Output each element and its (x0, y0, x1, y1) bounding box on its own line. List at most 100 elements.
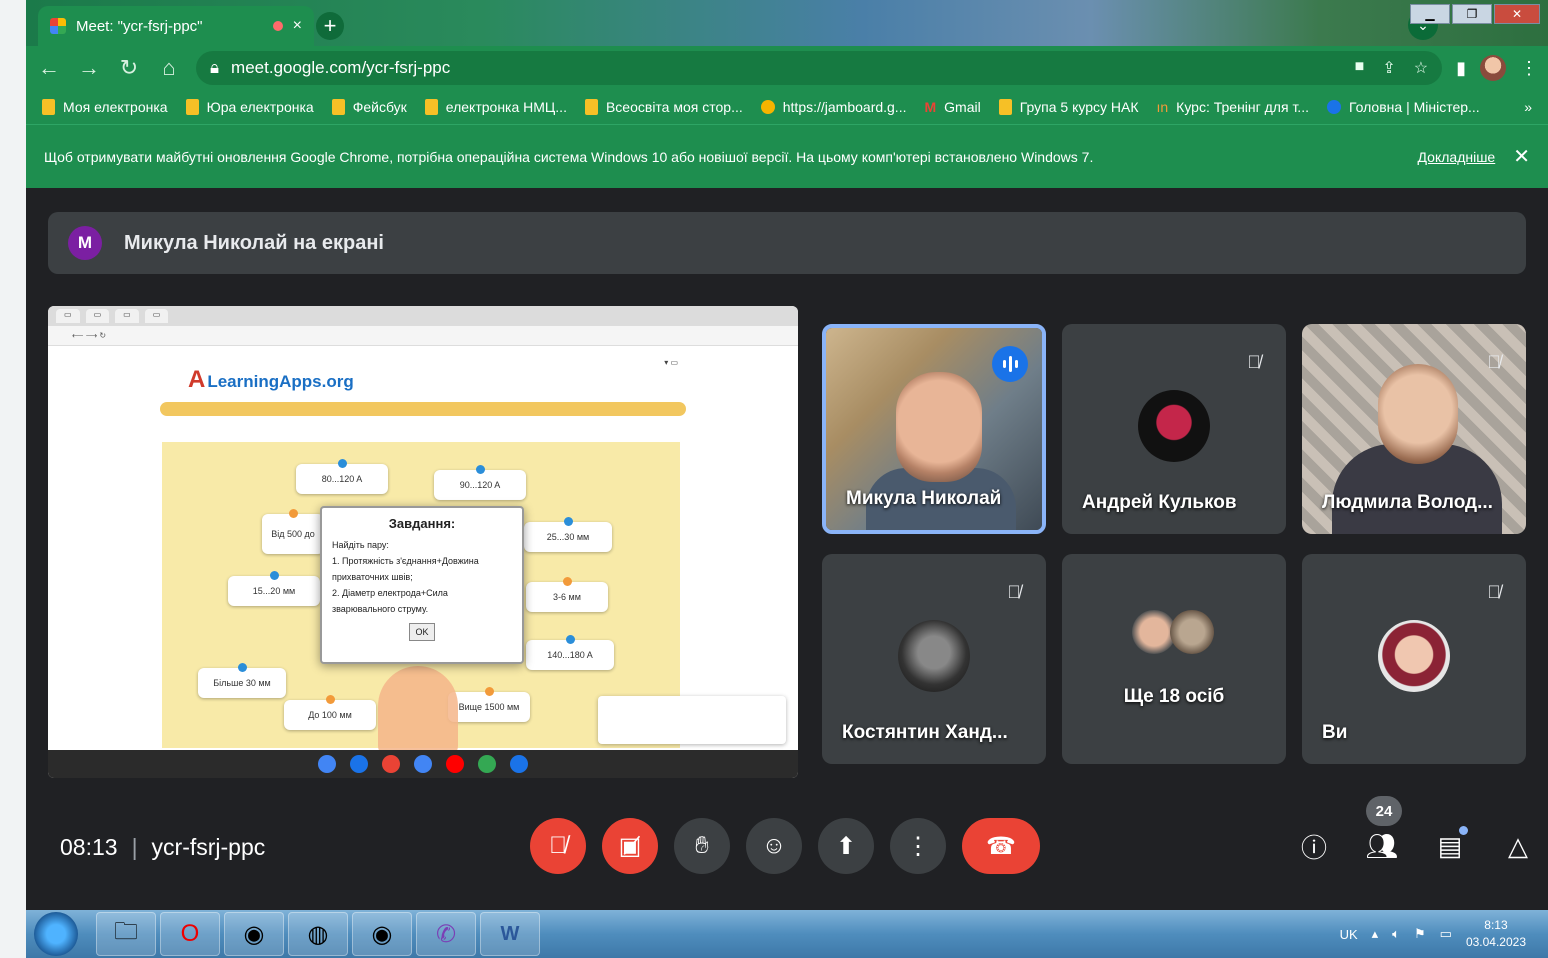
explorer-taskbar-icon[interactable]: 🗀 (96, 912, 156, 956)
match-card[interactable]: До 100 мм (284, 695, 376, 730)
shared-address-bar: ⟵ ⟶ ↻ (48, 326, 798, 346)
flag-icon[interactable]: ⚑ (1414, 926, 1426, 942)
match-card[interactable]: Більше 30 мм (198, 663, 286, 698)
match-card[interactable]: 15...20 мм (228, 571, 320, 606)
bookmark-item[interactable]: Фейсбук (331, 99, 407, 115)
participant-tile[interactable]: 🎙̸ Андрей Кульков (1062, 324, 1286, 534)
raise-hand-button[interactable]: ✋︎ (674, 818, 730, 874)
address-bar[interactable]: 🔒︎ meet.google.com/ycr-fsrj-ppc ■ ⇪ ☆ (196, 51, 1443, 85)
chat-button[interactable]: ▤ (1430, 826, 1470, 866)
forward-icon[interactable]: → (76, 55, 102, 81)
chrome-taskbar-icon[interactable]: ◉ (224, 912, 284, 956)
chat-icon: ▤ (1437, 830, 1463, 861)
profile-avatar[interactable] (1480, 55, 1506, 81)
mic-off-icon: 🎙̸ (1487, 581, 1501, 602)
match-card[interactable]: Від 500 до (262, 509, 324, 554)
dialog-line: 1. Протяжність з'єднання+Довжина прихват… (332, 556, 479, 582)
present-screen-button[interactable]: ⬆ (818, 818, 874, 874)
viber-taskbar-icon[interactable]: ✆ (416, 912, 476, 956)
recording-indicator-icon (272, 21, 283, 31)
maximize-button[interactable]: ❐ (1452, 4, 1492, 24)
bookmark-star-icon[interactable]: ☆ (1414, 58, 1428, 78)
bookmarks-overflow-icon[interactable]: » (1524, 99, 1532, 115)
bookmark-item[interactable]: M Gmail (924, 99, 980, 115)
match-card[interactable]: 140...180 A (526, 635, 614, 670)
infobar-close-icon[interactable]: ✕ (1513, 144, 1530, 169)
participant-count-badge: 24 (1366, 796, 1402, 826)
participant-avatar (1378, 620, 1450, 692)
participant-tile-self[interactable]: 🎙̸ Ви (1302, 554, 1526, 764)
bookmark-item[interactable]: Моя електронка (42, 99, 168, 115)
camera-in-use-icon[interactable]: ■ (1355, 58, 1365, 78)
folder-icon (584, 99, 598, 115)
participant-name: Костянтин Ханд... (842, 722, 1008, 743)
chrome-taskbar-icon-2[interactable]: ◉ (352, 912, 412, 956)
meet-favicon-icon (50, 18, 66, 34)
activities-button[interactable]: △ (1498, 826, 1538, 866)
bookmark-item[interactable]: електронка НМЦ... (424, 99, 567, 115)
participant-name: Микула Николай (846, 488, 1002, 509)
match-card[interactable]: 80...120 A (296, 459, 388, 494)
learn-more-link[interactable]: Докладніше (1418, 149, 1496, 165)
dialog-ok-button[interactable]: OK (409, 623, 435, 641)
participant-tile[interactable]: Микула Николай (822, 324, 1046, 534)
meeting-code: ycr-fsrj-ppc (151, 834, 266, 860)
people-button[interactable]: 24 👥︎ (1362, 796, 1402, 866)
app-taskbar-icon[interactable]: ◍ (288, 912, 348, 956)
network-icon[interactable]: ▭ (1440, 926, 1452, 942)
tab-close-button[interactable]: × (293, 17, 302, 35)
tab-title: Meet: "ycr-fsrj-ppc" (76, 17, 203, 35)
minimize-button[interactable]: ▁ (1410, 4, 1450, 24)
match-card[interactable]: 3-6 мм (526, 577, 608, 612)
match-card[interactable]: 90...120 A (434, 465, 526, 500)
volume-icon[interactable]: 🔈︎ (1392, 926, 1400, 942)
bookmark-item[interactable]: Головна | Міністер... (1326, 99, 1480, 115)
folder-icon (998, 99, 1012, 115)
new-tab-button[interactable]: + (316, 12, 344, 40)
bookmark-item[interactable]: Всеосвіта моя стор... (584, 99, 743, 115)
activities-icon: △ (1508, 830, 1528, 861)
lock-icon: 🔒︎ (210, 58, 220, 77)
presenter-avatar: М (68, 226, 102, 260)
shared-browser-tabs: ▭ ▭ ▭ ▭ (48, 306, 798, 326)
start-button[interactable] (34, 912, 78, 956)
tray-arrow-icon[interactable]: ▴ (1372, 926, 1379, 942)
mic-off-icon: 🎙̸ (1487, 351, 1501, 372)
leave-call-button[interactable]: ☎︎ (962, 818, 1040, 874)
meeting-details-button[interactable]: ⓘ (1294, 826, 1334, 866)
reload-icon[interactable]: ↻ (116, 55, 142, 81)
bookmark-item[interactable]: ın Курс: Тренінг для т... (1156, 99, 1309, 115)
shared-taskbar (48, 750, 798, 778)
participant-tile[interactable]: 🎙̸ Людмила Волод... (1302, 324, 1526, 534)
bookmark-item[interactable]: Юра електронка (185, 99, 314, 115)
language-indicator[interactable]: UK (1340, 927, 1358, 942)
home-icon[interactable]: ⌂ (156, 55, 182, 81)
tray-clock[interactable]: 8:13 03.04.2023 (1466, 917, 1526, 951)
back-icon[interactable]: ← (36, 55, 62, 81)
participant-name: Ви (1322, 722, 1348, 743)
browser-tab-meet[interactable]: Meet: "ycr-fsrj-ppc" × (38, 6, 314, 46)
participant-name: Людмила Волод... (1322, 492, 1493, 513)
window-controls: ▁ ❐ ✕ (1410, 4, 1540, 24)
chat-unread-dot (1459, 826, 1468, 835)
reactions-button[interactable]: ☺︎ (746, 818, 802, 874)
camera-off-button[interactable]: ▣̸ (602, 818, 658, 874)
window-close-button[interactable]: ✕ (1494, 4, 1540, 24)
share-icon[interactable]: ⇪ (1382, 58, 1395, 78)
dialog-line: Найдіть пару: (332, 540, 389, 550)
bookmark-item[interactable]: Група 5 курсу НАК (998, 99, 1138, 115)
meeting-time: 08:13 (60, 834, 118, 860)
shared-screen[interactable]: ▭ ▭ ▭ ▭ ⟵ ⟶ ↻ A LearningApps.org ▾ ▭ 80...12… (48, 306, 798, 778)
word-taskbar-icon[interactable]: W (480, 912, 540, 956)
sidebar-icon[interactable]: ▮ (1456, 58, 1466, 79)
opera-taskbar-icon[interactable]: O (160, 912, 220, 956)
mic-off-button[interactable]: 🎙̸ (530, 818, 586, 874)
match-card[interactable]: 25...30 мм (524, 517, 612, 552)
participant-tile-others[interactable]: Ще 18 осіб (1062, 554, 1286, 764)
presenting-banner: М Микула Николай на екрані (48, 212, 1526, 274)
match-card[interactable]: Вище 1500 мм (448, 687, 530, 722)
bookmark-item[interactable]: https://jamboard.g... (760, 99, 906, 115)
more-options-button[interactable]: ⋮ (890, 818, 946, 874)
chrome-menu-icon[interactable]: ⋮ (1520, 58, 1538, 79)
participant-tile[interactable]: 🎙̸ Костянтин Ханд... (822, 554, 1046, 764)
